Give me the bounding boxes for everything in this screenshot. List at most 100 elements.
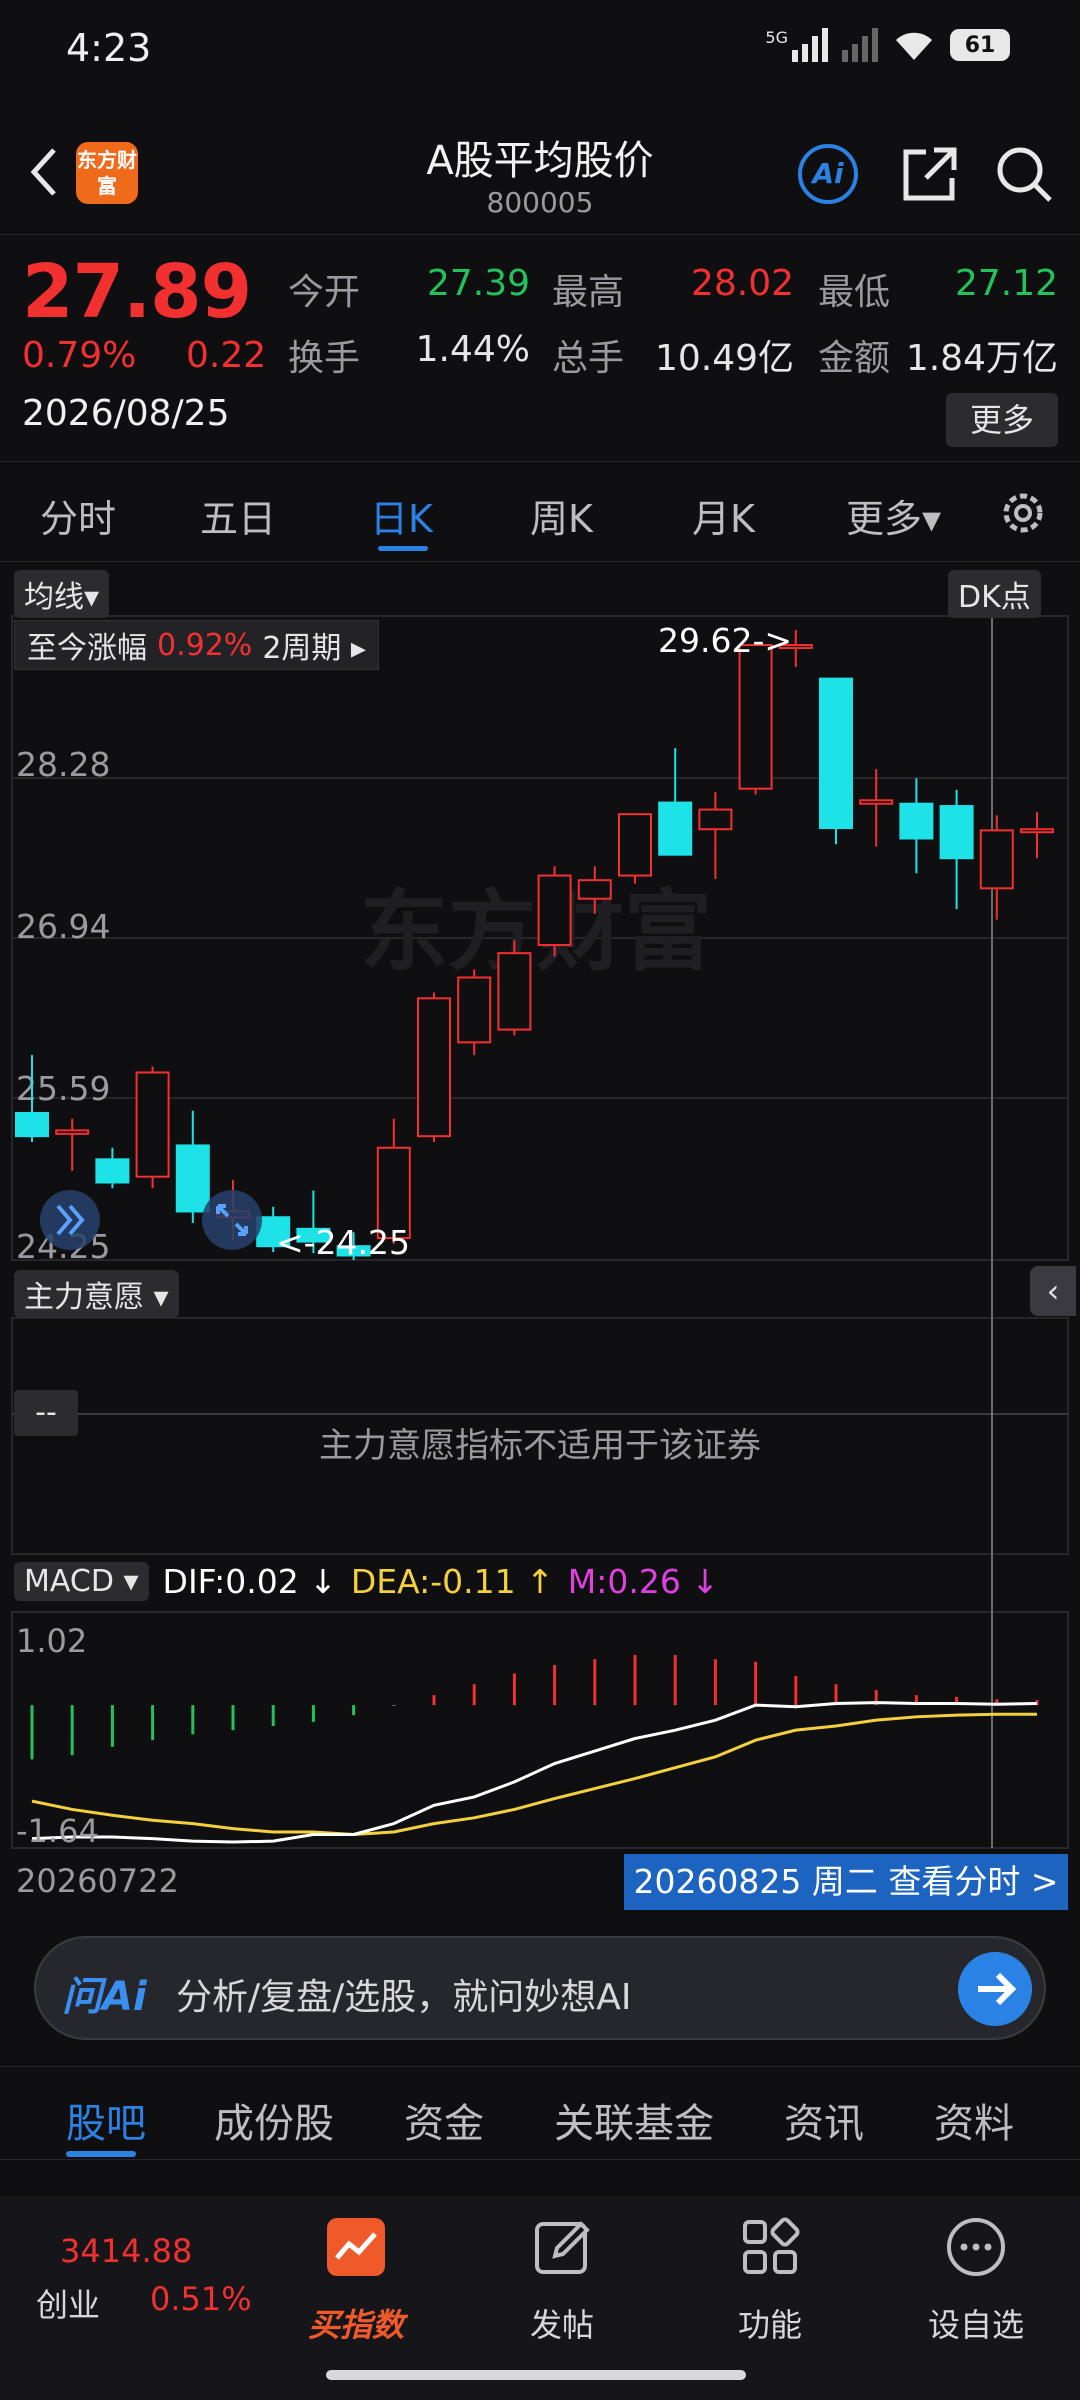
candle-down bbox=[939, 805, 974, 860]
low-value: 27.12 bbox=[954, 263, 1058, 304]
chart-grid bbox=[11, 615, 1069, 1849]
watermark: 东方财富 bbox=[360, 882, 712, 981]
y-axis-ticks: 28.28 26.94 25.59 24.25 bbox=[16, 745, 110, 1266]
nav-functions[interactable]: 功能 bbox=[690, 2216, 850, 2386]
tab-daily-k[interactable]: 日K bbox=[370, 488, 433, 543]
gear-icon[interactable] bbox=[996, 486, 1050, 540]
more-circle-icon bbox=[947, 2218, 1005, 2276]
candles bbox=[15, 630, 1054, 1261]
ask-ai-input[interactable]: 分析/复盘/选股，就问妙想AI bbox=[176, 1968, 632, 2020]
dif-value: DIF:0.02 ↓ bbox=[162, 1562, 337, 1601]
fullscreen-icon[interactable] bbox=[202, 1190, 262, 1250]
tab-related-funds[interactable]: 关联基金 bbox=[554, 2091, 714, 2149]
active-tab-indicator bbox=[378, 546, 428, 551]
ask-ai-bar[interactable]: 问Ai 分析/复盘/选股，就问妙想AI bbox=[34, 1936, 1046, 2040]
candle-up bbox=[618, 813, 652, 877]
quote-panel: 27.89 0.79% 0.22 2026/08/25 今开 27.39 最高 … bbox=[0, 234, 1080, 462]
ticker-percent[interactable]: 0.51% bbox=[150, 2280, 252, 2318]
collapse-panel-button[interactable]: ‹ bbox=[1030, 1266, 1076, 1316]
ticker-value[interactable]: 3414.88 bbox=[60, 2232, 192, 2270]
macd-chart bbox=[30, 1655, 1039, 1844]
candle-down bbox=[256, 1216, 291, 1248]
ma-selector[interactable]: 均线▾ bbox=[14, 570, 110, 618]
more-quote-button[interactable]: 更多 bbox=[946, 393, 1058, 447]
dea-line bbox=[31, 1712, 1037, 1836]
min-price-label: <-24.25 bbox=[276, 1223, 410, 1262]
candle-down bbox=[658, 801, 693, 856]
ticker-name[interactable]: 创业 bbox=[36, 2280, 100, 2326]
clock: 4:23 bbox=[66, 26, 152, 70]
tab-intraday[interactable]: 分时 bbox=[40, 488, 116, 543]
nav-label: 功能 bbox=[737, 2306, 802, 2344]
expand-chart-button[interactable] bbox=[40, 1190, 100, 1250]
candle-up bbox=[417, 997, 451, 1138]
nav-add-watchlist[interactable]: 设自选 bbox=[896, 2216, 1056, 2386]
tab-guba[interactable]: 股吧 bbox=[66, 2091, 146, 2149]
turnover-label: 换手 bbox=[288, 338, 361, 379]
x-axis-start-date: 20260722 bbox=[16, 1862, 179, 1900]
tab-monthly-k[interactable]: 月K bbox=[692, 488, 755, 543]
tab-news[interactable]: 资讯 bbox=[784, 2091, 864, 2149]
candle-down bbox=[175, 1144, 210, 1213]
turnover-value: 1.44% bbox=[415, 329, 530, 370]
volume-label: 总手 bbox=[552, 338, 625, 379]
candle-up bbox=[1020, 828, 1054, 834]
ai-button[interactable]: Ai bbox=[798, 144, 858, 204]
header: 东方财富 A股平均股价 800005 Ai bbox=[0, 120, 1080, 230]
tab-more[interactable]: 更多▾ bbox=[846, 488, 941, 543]
wifi-icon bbox=[896, 32, 932, 60]
last-price: 27.89 bbox=[22, 249, 252, 335]
high-value: 28.02 bbox=[690, 263, 794, 304]
macd-bottom-tick: -1.64 bbox=[16, 1812, 99, 1850]
candle-up bbox=[577, 879, 612, 900]
status-bar: 4:23 5G 61 bbox=[0, 0, 1080, 100]
y-tick: 28.28 bbox=[16, 745, 110, 784]
macd-top-tick: 1.02 bbox=[16, 1622, 87, 1660]
since-gain-period: 2周期 ▸ bbox=[262, 631, 366, 666]
candle-down bbox=[296, 1227, 331, 1243]
period-tabs: 分时 五日 日K 周K 月K 更多▾ bbox=[0, 462, 1080, 562]
tab-weekly-k[interactable]: 周K bbox=[530, 488, 593, 543]
active-tab-indicator bbox=[66, 2151, 136, 2157]
tab-funds-flow[interactable]: 资金 bbox=[404, 2091, 484, 2149]
tab-constituents[interactable]: 成份股 bbox=[214, 2091, 334, 2149]
edit-icon bbox=[535, 2221, 590, 2274]
candle-up bbox=[698, 808, 733, 831]
dk-point-selector[interactable]: DK点 bbox=[948, 570, 1041, 618]
volume-value: 10.49亿 bbox=[654, 338, 794, 379]
signal-5g-icon: 5G bbox=[765, 28, 828, 62]
tab-five-day[interactable]: 五日 bbox=[200, 488, 276, 543]
nav-buy-index[interactable]: 买指数 bbox=[276, 2216, 436, 2386]
max-price-label: 29.62-> bbox=[658, 621, 792, 660]
dea-value: DEA:-0.11 ↑ bbox=[350, 1562, 554, 1601]
zhuli-message: 主力意愿指标不适用于该证券 bbox=[319, 1426, 761, 1466]
since-gain-label: 至今涨幅 bbox=[27, 631, 147, 666]
open-label: 今开 bbox=[288, 272, 361, 313]
view-intraday-button[interactable]: 20260825 周二 查看分时 > bbox=[624, 1854, 1068, 1910]
candle-up bbox=[859, 799, 894, 805]
search-icon[interactable] bbox=[994, 144, 1054, 204]
amount-value: 1.84万亿 bbox=[905, 338, 1058, 379]
nav-label: 买指数 bbox=[307, 2306, 404, 2344]
candle-down bbox=[336, 1245, 371, 1257]
ask-ai-label: 问Ai bbox=[62, 1974, 147, 2020]
candle-down bbox=[95, 1158, 130, 1184]
y-tick: 25.59 bbox=[16, 1069, 110, 1108]
candle-up bbox=[135, 1071, 170, 1178]
open-value: 27.39 bbox=[426, 263, 530, 304]
candle-up bbox=[55, 1129, 90, 1135]
nav-post[interactable]: 发帖 bbox=[482, 2216, 642, 2386]
macd-selector[interactable]: MACD ▾ bbox=[14, 1562, 149, 1601]
candle-up bbox=[376, 1146, 411, 1240]
candle-down bbox=[15, 1112, 49, 1138]
zhuli-selector[interactable]: 主力意愿 ▾ bbox=[14, 1270, 179, 1318]
tab-profile[interactable]: 资料 bbox=[934, 2091, 1014, 2149]
candle-up bbox=[457, 976, 492, 1044]
high-label: 最高 bbox=[552, 272, 625, 313]
since-gain-box[interactable]: 至今涨幅 0.92% 2周期 ▸ bbox=[14, 620, 379, 670]
arrow-right-icon[interactable] bbox=[958, 1952, 1032, 2026]
share-icon[interactable] bbox=[900, 144, 960, 204]
candle-up bbox=[497, 952, 532, 1031]
battery-icon: 61 bbox=[950, 29, 1010, 61]
since-gain-value: 0.92% bbox=[157, 627, 253, 663]
